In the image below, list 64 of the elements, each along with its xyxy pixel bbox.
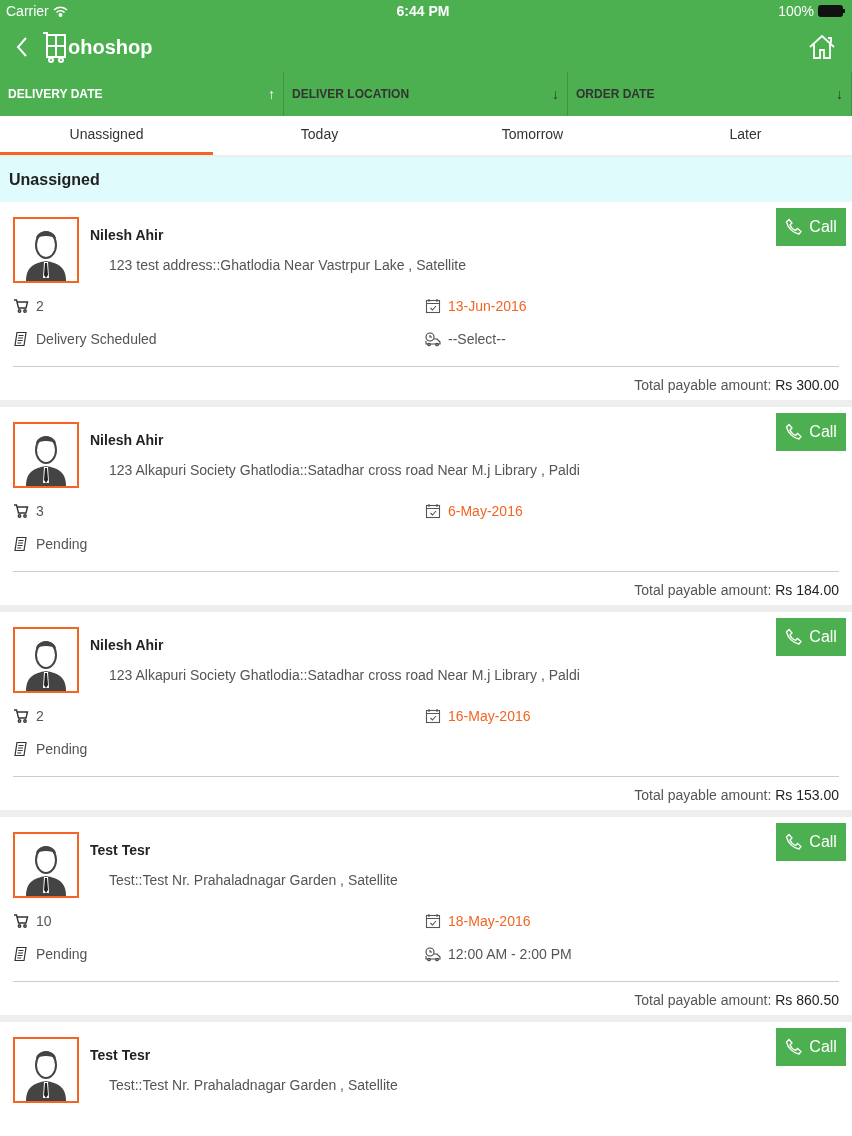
phone-icon	[785, 218, 804, 236]
cart-icon	[13, 708, 29, 724]
receipt-icon	[13, 536, 29, 552]
item-count: 10	[36, 911, 52, 931]
logo-text: ohoshop	[68, 35, 153, 60]
phone-icon	[785, 833, 804, 851]
customer-address: Test::Test Nr. Prahaladnagar Garden , Satellite	[108, 1076, 399, 1095]
total-amount: Total payable amount: Rs 300.00	[634, 376, 839, 395]
call-button[interactable]: Call	[776, 1028, 846, 1066]
item-count: 2	[36, 706, 44, 726]
receipt-icon	[13, 946, 29, 962]
customer-address: 123 Alkapuri Society Ghatlodia::Satadhar cross road Near M.j Library , Paldi	[108, 461, 581, 480]
total-amount: Total payable amount: Rs 153.00	[634, 786, 839, 805]
order-status: Pending	[36, 944, 88, 964]
call-button[interactable]: Call	[776, 823, 846, 861]
customer-name: Test Tesr	[90, 841, 152, 860]
phone-icon	[785, 423, 804, 441]
delivery-date: 18-May-2016	[448, 911, 531, 931]
total-amount: Total payable amount: Rs 860.50	[634, 991, 839, 1010]
customer-address: Test::Test Nr. Prahaladnagar Garden , Satellite	[108, 871, 399, 890]
tab[interactable]: Tomorrow	[426, 116, 639, 155]
battery-icon	[818, 5, 846, 17]
customer-name: Nilesh Ahir	[90, 636, 165, 655]
customer-name: Test Tesr	[90, 1046, 152, 1065]
customer-address: 123 test address::Ghatlodia Near Vastrpur Lake , Satellite	[108, 256, 467, 275]
calendar-icon	[425, 708, 441, 724]
home-button[interactable]	[808, 33, 836, 61]
delivery-slot[interactable]: --Select--	[448, 328, 506, 350]
call-button[interactable]: Call	[776, 618, 846, 656]
tab[interactable]: Later	[639, 116, 852, 155]
delivery-date: 6-May-2016	[448, 501, 523, 521]
logo-cart-icon	[42, 31, 68, 63]
delivery-date: 13-Jun-2016	[448, 296, 527, 316]
calendar-icon	[425, 298, 441, 314]
call-button[interactable]: Call	[776, 208, 846, 246]
tab[interactable]: Today	[213, 116, 426, 155]
delivery-date: 16-May-2016	[448, 706, 531, 726]
truck-clock-icon	[425, 331, 441, 347]
section-header: Unassigned	[0, 157, 852, 202]
item-count: 3	[36, 501, 44, 521]
calendar-icon	[425, 913, 441, 929]
phone-icon	[785, 628, 804, 646]
delivery-slot[interactable]: 12:00 AM - 2:00 PM	[448, 943, 572, 965]
cart-icon	[13, 503, 29, 519]
truck-clock-icon	[425, 946, 441, 962]
total-amount: Total payable amount: Rs 184.00	[634, 581, 839, 600]
battery-label: 100%	[778, 1, 814, 21]
order-status: Pending	[36, 534, 88, 554]
item-count: 2	[36, 296, 44, 316]
receipt-icon	[13, 741, 29, 757]
receipt-icon	[13, 331, 29, 347]
customer-name: Nilesh Ahir	[90, 431, 165, 450]
wifi-icon	[52, 5, 68, 17]
phone-icon	[785, 1038, 804, 1056]
order-status: Delivery Scheduled	[36, 329, 157, 349]
order-status: Pending	[36, 739, 88, 759]
carrier-label: Carrier	[6, 1, 49, 21]
customer-address: 123 Alkapuri Society Ghatlodia::Satadhar cross road Near M.j Library , Paldi	[108, 666, 581, 685]
cart-icon	[13, 298, 29, 314]
customer-name: Nilesh Ahir	[90, 226, 165, 245]
call-button[interactable]: Call	[776, 413, 846, 451]
calendar-icon	[425, 503, 441, 519]
cart-icon	[13, 913, 29, 929]
clock: 6:44 PM	[396, 1, 450, 21]
